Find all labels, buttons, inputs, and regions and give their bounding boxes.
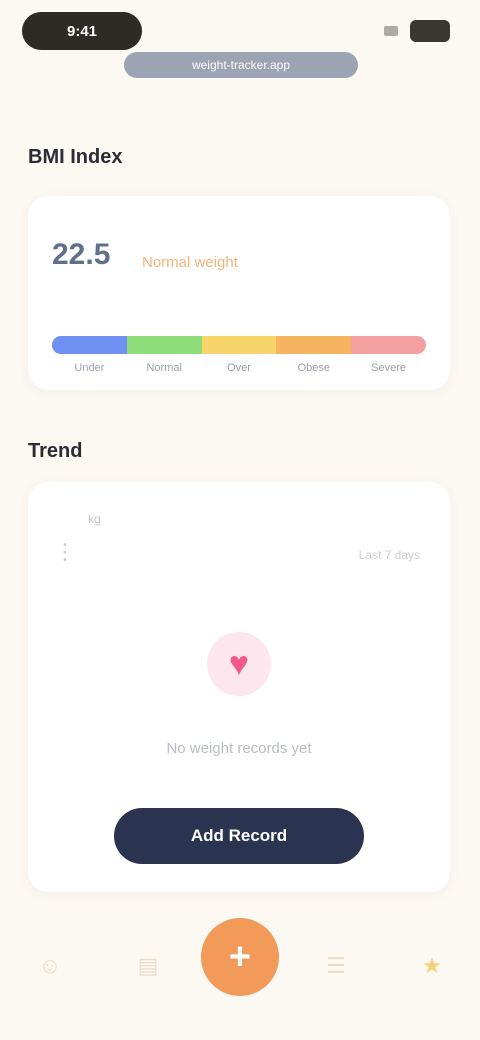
chart-icon: ⋮: [54, 539, 76, 564]
bmi-scale-bar: [52, 336, 426, 354]
bmi-value: 22.5: [52, 238, 111, 271]
bmi-section-title: BMI Index: [28, 146, 123, 168]
tab-stats-icon[interactable]: ▤: [128, 946, 168, 986]
weight-card: kg ⋮ Last 7 days ♥ No weight records yet…: [28, 482, 450, 892]
status-bar: 9:41: [22, 12, 450, 52]
tab-home-icon[interactable]: ☺: [30, 946, 70, 986]
bmi-scale-labels: Under Normal Over Obese Severe: [52, 362, 426, 374]
unit-label: kg: [88, 512, 101, 526]
bmi-scale-segment-over: [201, 336, 277, 354]
bmi-scale-segment-under: [52, 336, 127, 354]
bmi-scale-segment-obese: [276, 336, 352, 354]
trend-section-title: Trend: [28, 440, 83, 462]
bmi-scale-label-obese: Obese: [297, 362, 330, 374]
bmi-scale-label-normal: Normal: [146, 362, 182, 374]
bmi-scale-label-under: Under: [74, 362, 105, 374]
range-text[interactable]: Last 7 days: [359, 548, 420, 562]
bmi-card: 22.5 Normal weight Under Normal Over Obese S…: [28, 196, 450, 390]
empty-state-text: No weight records yet: [166, 740, 312, 757]
bmi-status-label: Normal weight: [142, 254, 238, 271]
url-bar[interactable]: weight-tracker.app: [124, 52, 358, 78]
tab-bar: ☺ ▤ + ☰ ★: [0, 918, 480, 1018]
bmi-scale-label-severe: Severe: [371, 362, 407, 374]
signal-icon: [384, 26, 398, 36]
heart-icon: ♥: [207, 632, 271, 696]
add-record-button[interactable]: Add Record: [114, 808, 364, 864]
tab-profile-icon[interactable]: ★: [412, 946, 452, 986]
bmi-scale-segment-severe: [351, 336, 426, 354]
status-time: 9:41: [22, 12, 142, 50]
bmi-scale-segment-normal: [126, 336, 202, 354]
battery-icon: [410, 20, 450, 42]
bmi-scale-label-over: Over: [227, 362, 251, 374]
tab-history-icon[interactable]: ☰: [316, 946, 356, 986]
add-fab-button[interactable]: +: [201, 918, 279, 996]
